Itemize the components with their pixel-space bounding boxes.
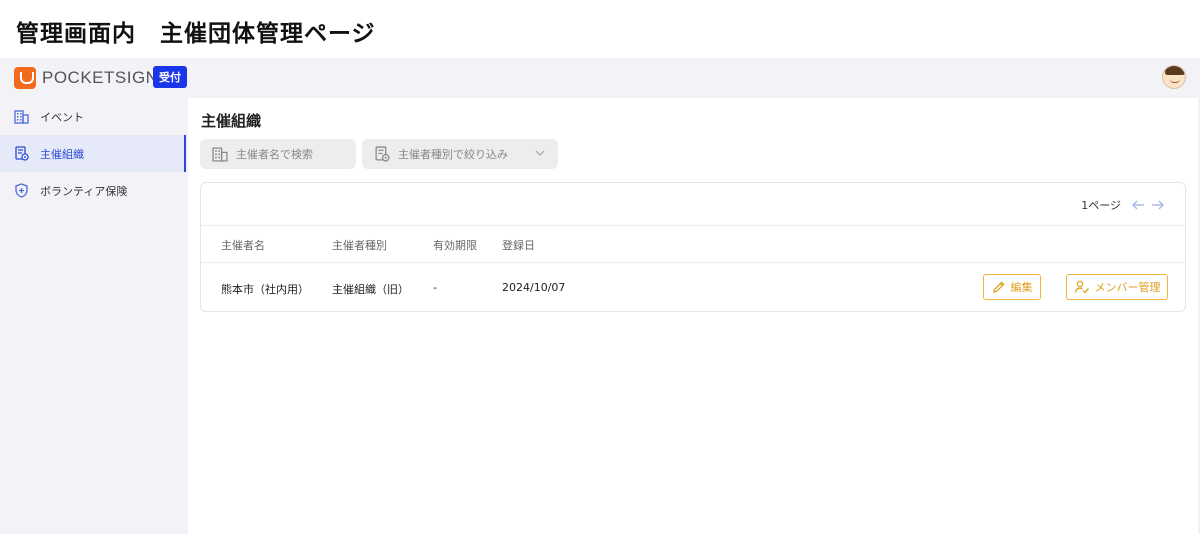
main-content: 主催組織 主催者種別で絞り込み 1ページ	[188, 98, 1198, 534]
sidebar-item-volunteer-insurance[interactable]: ボランティア保険	[0, 172, 186, 209]
pocketsign-logo-icon	[14, 67, 36, 89]
status-badge: 受付	[153, 66, 187, 88]
divider	[201, 225, 1185, 226]
registered-date: 2024/10/07	[502, 281, 566, 294]
pagination: 1ページ	[1081, 197, 1165, 213]
document-gear-icon	[14, 146, 29, 161]
page-title: 主催組織	[201, 112, 262, 130]
organizer-name: 熊本市（社内用）	[221, 283, 309, 296]
organizer-type-placeholder: 主催者種別で絞り込み	[398, 148, 508, 161]
chevron-down-icon	[534, 147, 546, 162]
divider	[201, 262, 1185, 263]
organizer-type-select[interactable]: 主催者種別で絞り込み	[362, 139, 558, 169]
prev-page-arrow-icon[interactable]	[1131, 199, 1145, 211]
page-indicator: 1ページ	[1081, 199, 1121, 212]
sidebar-item-events[interactable]: イベント	[0, 98, 186, 135]
search-input[interactable]	[236, 147, 346, 161]
logo[interactable]: POCKETSIGN	[14, 67, 158, 89]
app-window: POCKETSIGN 受付 イベント 主催組織 ボランティア保険 主催組織 主催…	[0, 58, 1200, 534]
column-header-name: 主催者名	[221, 239, 265, 252]
search-box[interactable]	[200, 139, 356, 169]
organizer-table-card: 1ページ 主催者名 主催者種別 有効期限 登録日 熊本市（社内用） 主催組織（旧…	[200, 182, 1186, 312]
edit-button[interactable]: 編集	[983, 274, 1041, 300]
sidebar-item-label: ボランティア保険	[40, 184, 128, 198]
organizer-type: 主催組織（旧）	[332, 283, 409, 296]
building-icon	[14, 109, 29, 124]
sidebar-item-label: 主催組織	[40, 147, 84, 161]
expiry-date: -	[433, 281, 437, 294]
edit-button-label: 編集	[1010, 281, 1033, 294]
logo-text: POCKETSIGN	[42, 68, 159, 87]
shield-icon	[14, 183, 29, 198]
pencil-icon	[992, 280, 1006, 294]
member-management-label: メンバー管理	[1094, 281, 1161, 294]
top-bar: POCKETSIGN 受付	[0, 58, 1200, 98]
document-gear-icon	[374, 146, 390, 162]
column-header-registered: 登録日	[502, 239, 535, 252]
sidebar-item-label: イベント	[40, 110, 84, 124]
column-header-expiry: 有効期限	[433, 239, 477, 252]
user-check-icon	[1074, 280, 1090, 294]
building-icon	[212, 146, 228, 162]
avatar[interactable]	[1162, 65, 1186, 89]
page-caption: 管理画面内 主催団体管理ページ	[16, 21, 376, 47]
member-management-button[interactable]: メンバー管理	[1066, 274, 1168, 300]
column-header-type: 主催者種別	[332, 239, 387, 252]
sidebar-item-organizers[interactable]: 主催組織	[0, 135, 186, 172]
next-page-arrow-icon[interactable]	[1151, 199, 1165, 211]
sidebar: イベント 主催組織 ボランティア保険	[0, 98, 186, 534]
